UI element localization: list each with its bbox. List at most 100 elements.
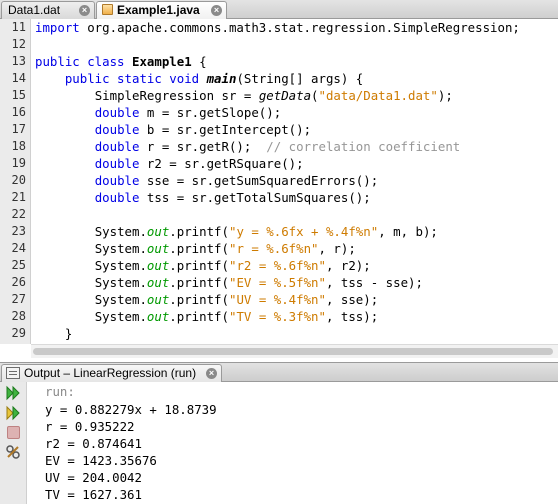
code-fragment: .printf( xyxy=(169,275,229,290)
code-line: 27 System.out.printf("UV = %.4f%n", sse)… xyxy=(0,291,558,308)
string-literal: "UV = %.4f%n" xyxy=(228,292,326,307)
code-line: 20 double sse = sr.getSumSquaredErrors()… xyxy=(0,172,558,189)
static-field: out xyxy=(146,241,170,256)
code-text: import org.apache.commons.math3.stat.reg… xyxy=(35,19,520,36)
static-field: out xyxy=(146,309,170,324)
code-fragment: System. xyxy=(94,224,147,239)
line-number: 25 xyxy=(11,258,26,272)
rerun-with-options-icon[interactable] xyxy=(5,405,21,421)
code-line: 22 xyxy=(0,206,558,223)
console-line: y = 0.882279x + 18.8739 xyxy=(45,402,217,417)
code-line: 15 SimpleRegression sr = getData("data/D… xyxy=(0,87,558,104)
tab-example1-java-label: Example1.java xyxy=(117,3,200,17)
code-fragment: .printf( xyxy=(169,241,229,256)
editor-tab-bar: Data1.dat × Example1.java × xyxy=(0,0,558,19)
code-fragment: ); xyxy=(437,88,453,103)
method-call: getData xyxy=(258,88,312,103)
code-line: 14 public static void main(String[] args… xyxy=(0,70,558,87)
code-line: 18 double r = sr.getR(); // correlation … xyxy=(0,138,558,155)
code-fragment: .printf( xyxy=(169,258,229,273)
output-tab-bar: Output – LinearRegression (run) × xyxy=(0,362,558,382)
code-text: } xyxy=(35,325,72,342)
keyword: double xyxy=(94,190,140,205)
keyword: double xyxy=(94,139,140,154)
code-line: 13 public class Example1 { xyxy=(0,53,558,70)
line-number: 29 xyxy=(11,326,26,340)
code-editor[interactable]: 11 import org.apache.commons.math3.stat.… xyxy=(0,19,558,344)
line-number: 21 xyxy=(11,190,26,204)
close-tab-example1-icon[interactable]: × xyxy=(211,5,222,16)
code-fragment: , r2); xyxy=(325,258,371,273)
code-line: 26 System.out.printf("EV = %.5f%n", tss … xyxy=(0,274,558,291)
java-file-icon xyxy=(102,4,113,15)
line-number: 11 xyxy=(11,20,26,34)
code-fragment: SimpleRegression sr = xyxy=(94,88,259,103)
output-toolbar xyxy=(0,382,27,504)
scrollbar-thumb[interactable] xyxy=(33,348,553,355)
line-number: 22 xyxy=(11,207,26,221)
code-fragment: org.apache.commons.math3.stat.regression… xyxy=(79,20,520,35)
tab-data1-dat-label: Data1.dat xyxy=(8,3,61,17)
string-literal: "TV = %.3f%n" xyxy=(228,309,326,324)
code-text: System.out.printf("r = %.6f%n", r); xyxy=(35,240,356,257)
output-window-icon xyxy=(6,367,20,379)
keyword: public class xyxy=(35,54,125,69)
code-fragment: sse = sr.getSumSquaredErrors(); xyxy=(139,173,379,188)
code-text: public class Example1 { xyxy=(35,53,207,70)
code-fragment: (String[] args) { xyxy=(236,71,364,86)
output-console[interactable]: run: y = 0.882279x + 18.8739 r = 0.93522… xyxy=(27,382,558,504)
keyword: public static void xyxy=(64,71,200,86)
keyword: double xyxy=(94,156,140,171)
settings-icon[interactable] xyxy=(5,444,21,460)
line-number: 27 xyxy=(11,292,26,306)
line-number: 19 xyxy=(11,156,26,170)
code-text: double r2 = sr.getRSquare(); xyxy=(35,155,304,172)
console-line-run: run: xyxy=(45,384,75,399)
console-line: EV = 1423.35676 xyxy=(45,453,157,468)
code-fragment: System. xyxy=(94,241,147,256)
stop-icon[interactable] xyxy=(7,426,20,439)
console-line: r2 = 0.874641 xyxy=(45,436,142,451)
code-text: SimpleRegression sr = getData("data/Data… xyxy=(35,87,453,104)
code-text: double b = sr.getIntercept(); xyxy=(35,121,311,138)
code-fragment: .printf( xyxy=(169,224,229,239)
console-line: TV = 1627.361 xyxy=(45,487,142,502)
static-field: out xyxy=(146,275,170,290)
close-output-tab-icon[interactable]: × xyxy=(206,368,217,379)
rerun-icon[interactable] xyxy=(5,385,21,401)
tab-output[interactable]: Output – LinearRegression (run) × xyxy=(1,364,222,382)
code-fragment: { xyxy=(191,54,207,69)
code-comment: // correlation coefficient xyxy=(266,139,461,154)
code-fragment: , tss - sse); xyxy=(325,275,423,290)
tab-data1-dat[interactable]: Data1.dat × xyxy=(1,1,95,19)
tab-example1-java[interactable]: Example1.java × xyxy=(96,1,227,19)
string-literal: "EV = %.5f%n" xyxy=(228,275,326,290)
code-line: 21 double tss = sr.getTotalSumSquares(); xyxy=(0,189,558,206)
line-number: 28 xyxy=(11,309,26,323)
code-fragment: b = sr.getIntercept(); xyxy=(139,122,312,137)
code-text: double sse = sr.getSumSquaredErrors(); xyxy=(35,172,378,189)
console-line: r = 0.935222 xyxy=(45,419,135,434)
code-text: System.out.printf("r2 = %.6f%n", r2); xyxy=(35,257,371,274)
editor-horizontal-scrollbar[interactable] xyxy=(31,344,558,358)
keyword: import xyxy=(35,20,80,35)
code-text: System.out.printf("UV = %.4f%n", sse); xyxy=(35,291,379,308)
code-line: 23 System.out.printf("y = %.6fx + %.4f%n… xyxy=(0,223,558,240)
console-line: UV = 204.0042 xyxy=(45,470,142,485)
code-fragment: m = sr.getSlope(); xyxy=(139,105,282,120)
code-fragment: ( xyxy=(311,88,319,103)
close-tab-data1-icon[interactable]: × xyxy=(79,5,90,16)
code-line: 11 import org.apache.commons.math3.stat.… xyxy=(0,19,558,36)
code-fragment: .printf( xyxy=(169,309,229,324)
code-fragment: r = sr.getR(); xyxy=(139,139,267,154)
code-text: double m = sr.getSlope(); xyxy=(35,104,282,121)
method-name: main xyxy=(206,71,237,86)
code-area[interactable]: 11 import org.apache.commons.math3.stat.… xyxy=(0,19,558,342)
code-fragment: System. xyxy=(94,258,147,273)
code-fragment: } xyxy=(64,326,73,341)
code-fragment: System. xyxy=(94,275,147,290)
code-fragment: , m, b); xyxy=(378,224,438,239)
code-text: double tss = sr.getTotalSumSquares(); xyxy=(35,189,371,206)
string-literal: "r = %.6f%n" xyxy=(228,241,319,256)
line-number: 12 xyxy=(11,37,26,51)
